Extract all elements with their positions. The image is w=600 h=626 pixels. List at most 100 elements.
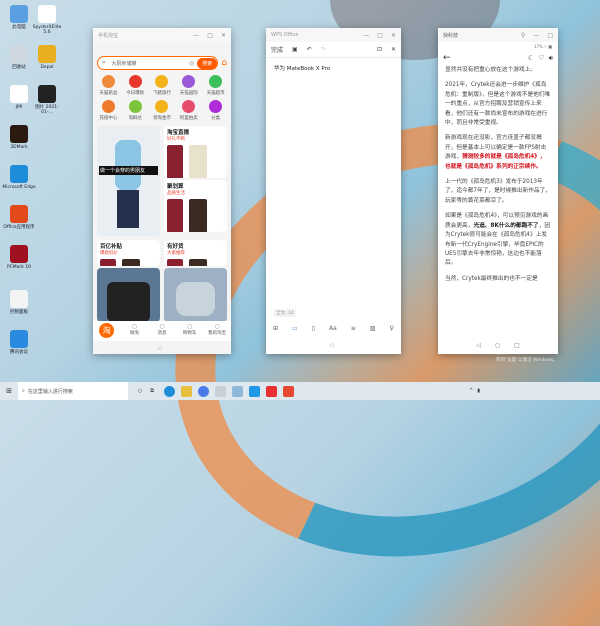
tab-label: 我的淘宝 [208,331,227,336]
tab-4[interactable]: ○ 我的淘宝 [203,321,231,341]
undo-icon[interactable]: ↶ [307,46,312,53]
nav-home-icon[interactable]: ○ [495,342,500,349]
maximize-button[interactable]: □ [377,32,383,39]
file-explorer-icon[interactable] [180,385,192,397]
shortcut-item[interactable]: 充值中心 [95,100,122,121]
bottom-toolbar: ⊞ ▭ ▯ Aa ≡ ▨ ♀ [266,325,401,332]
document-text[interactable]: 华为 MateBook X Pro [266,58,401,78]
shortcut-item[interactable]: 今日爆款 [122,75,149,96]
shortcut-item[interactable]: 分类 [202,100,229,121]
article-paragraph: 2021年，Crytek还会进一步维护《孤岛危机：重制版》，但是这个游戏不是他们… [445,81,551,128]
product-tile[interactable] [97,268,160,322]
paragraph-icon[interactable]: ≡ [351,325,356,332]
minimize-button[interactable]: — [533,32,539,39]
search-placeholder: 在这里输入进行搜索 [27,388,73,395]
back-arrow-icon[interactable]: ← [443,53,451,63]
desktop-icon[interactable]: Office应用程序 [2,205,36,230]
nav-back-icon[interactable]: ◁ [157,345,162,352]
desktop-icon[interactable]: SpyderXElite 5.6 [30,5,64,35]
shortcut-item[interactable]: 飞猪旅行 [149,75,176,96]
text-run: 2021年，Crytek还会进一步维护《孤岛危机：重制版》，但是这个游戏不是他们… [445,82,551,127]
font-icon[interactable]: Aa [329,325,337,332]
close-button[interactable]: ✕ [391,32,396,39]
done-button[interactable]: 完成 [271,45,283,54]
desktop-icon[interactable]: 控制面板 [2,290,36,315]
nav-back-icon[interactable]: ◁ [329,342,334,349]
tab-1[interactable]: ○ 微淘 [121,321,149,341]
desktop-icon[interactable]: PCMark 10 [2,245,36,270]
promo-card[interactable]: 聚划算 品质生活 [164,180,227,232]
shortcut-item[interactable]: 淘鲜达 [122,100,149,121]
title-bar: 快科技 ⚲ — □ [438,28,558,42]
desktop-icon[interactable]: Microsoft Edge [2,165,36,190]
tab-2[interactable]: ○ 消息 [148,321,176,341]
minimize-button[interactable]: — [193,32,199,39]
app-icon[interactable] [197,385,209,397]
favorite-icon[interactable]: ♡ [538,54,544,63]
shortcut-item[interactable]: 天猫新品 [95,75,122,96]
maximize-button[interactable]: □ [207,32,213,39]
night-mode-icon[interactable]: ☾ [528,54,534,63]
product-tile[interactable] [164,268,227,322]
shortcut-label: 天猫超市 [206,91,225,96]
task-view-icon[interactable]: ⧉ [150,388,154,394]
taobao-taskbar-icon[interactable] [282,385,294,397]
save-icon[interactable]: ▣ [292,46,298,53]
promo-card[interactable]: 百亿补贴 爆款低价 [97,240,160,266]
fullscreen-icon[interactable]: ⊡ [377,46,382,53]
tray-chevron-icon[interactable]: ^ [469,388,473,394]
text-run: 上一代的《孤岛危机3》发布于2013年了，迄今都7年了，是时候推出新作品了，玩家… [445,179,551,204]
tab-3[interactable]: ○ 购物车 [176,321,204,341]
battery-icon[interactable]: ▮ [477,388,480,394]
shortcut-icon [101,75,115,88]
edge-icon[interactable] [163,385,175,397]
shortcut-icon [155,100,169,113]
promo-card[interactable]: 有好货 大家推荐 [164,240,227,266]
read-mode-icon[interactable]: ▭ [292,325,298,332]
shortcut-item[interactable]: 阿里拍卖 [175,100,202,121]
app-icon[interactable] [214,385,226,397]
product-image [167,259,224,266]
shortcut-item[interactable]: 领淘金币 [149,100,176,121]
image-icon[interactable]: ▨ [370,325,376,332]
grid-icon[interactable]: ⊞ [273,325,278,332]
shortcut-label: 今日爆款 [126,91,145,96]
shortcut-label: 分类 [211,116,221,121]
taskbar: ⊞ ⌕ 在这里输入进行搜索 ○ ⧉ ^ ▮ [0,382,600,400]
tab-label: 微淘 [129,331,139,336]
home-icon[interactable]: ⌂ [221,58,227,68]
speaker-icon[interactable]: 🔊︎ [549,54,553,63]
desktop-icon[interactable]: 3DMark [2,125,36,150]
nav-back-icon[interactable]: ◁ [476,342,481,349]
close-button[interactable]: ✕ [221,32,226,39]
page-icon[interactable]: ▯ [312,325,315,332]
shortcut-label: 飞猪旅行 [152,91,171,96]
tab-0[interactable]: 淘 [93,321,121,341]
redo-icon[interactable]: ↷ [321,46,326,53]
app-icon[interactable] [231,385,243,397]
search-button[interactable]: 搜索 [197,57,218,69]
close-doc-icon[interactable]: ✕ [391,46,396,53]
shortcut-icon [128,75,142,88]
voice-icon[interactable]: ♀ [390,325,394,332]
cortana-icon[interactable]: ○ [138,388,142,394]
maximize-button[interactable]: □ [547,32,553,39]
scan-icon[interactable]: ⌗ [102,59,105,67]
wps-taskbar-icon[interactable] [265,385,277,397]
shortcut-item[interactable]: 天猫国际 [175,75,202,96]
fashion-banner[interactable]: 做一个会穿的男朋友 [97,126,160,236]
pin-icon[interactable]: ⚲ [521,32,525,39]
promo-card[interactable]: 淘宝直播 好礼不断 [164,126,227,178]
nav-recent-icon[interactable]: □ [514,342,520,349]
search-input[interactable]: ⌗ 大厨房储罐 ◎ 搜索 [97,56,219,70]
start-button[interactable]: ⊞ [0,387,18,395]
camera-icon[interactable]: ◎ [189,60,194,67]
app-icon[interactable] [248,385,260,397]
app-icon [38,85,56,103]
minimize-button[interactable]: — [363,32,369,39]
shortcut-item[interactable]: 天猫超市 [202,75,229,96]
desktop-icon[interactable]: Dopal [30,45,64,70]
desktop-icon[interactable]: 腾讯会议 [2,330,36,355]
taskbar-search[interactable]: ⌕ 在这里输入进行搜索 [18,382,128,400]
desktop-icon[interactable]: 图片 2021-01-... [30,85,64,115]
